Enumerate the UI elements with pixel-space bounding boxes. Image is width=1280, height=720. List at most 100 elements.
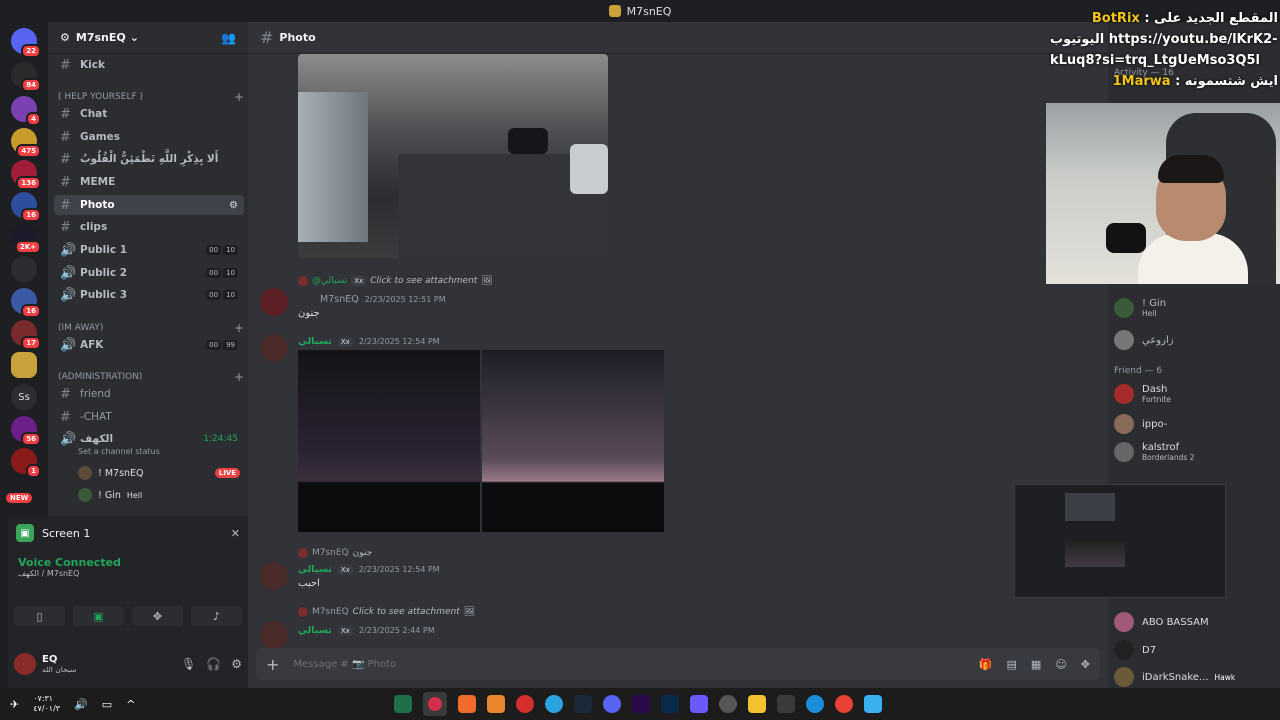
voice-channel-public-2[interactable]: 🔊 Public 2 00 10 [54, 263, 244, 283]
server-icon[interactable] [11, 256, 37, 282]
server-icon[interactable]: 56 [11, 416, 41, 446]
reply-preview[interactable]: M7snEQ جنون [298, 548, 372, 558]
channel-chat[interactable]: # Chat [54, 104, 244, 124]
emoji-icon[interactable]: ☺ [1055, 658, 1066, 671]
app-icon[interactable] [690, 695, 708, 713]
network-icon[interactable]: ▭ [102, 698, 112, 711]
add-channel-icon[interactable]: + [234, 370, 244, 384]
server-icon[interactable]: 136 [11, 160, 41, 190]
app-icon-active[interactable] [423, 692, 447, 716]
channel-clips[interactable]: # clips [54, 217, 244, 237]
activities-button[interactable]: ✥ [132, 606, 183, 626]
server-icon[interactable]: 16 [11, 288, 41, 318]
opera-icon[interactable] [516, 695, 534, 713]
gear-icon[interactable]: ⚙ [231, 657, 242, 671]
category-administration[interactable]: (ADMINISTRATION) + [58, 370, 244, 384]
channel-meme[interactable]: # MEME [54, 172, 244, 192]
add-attachment-icon[interactable]: + [266, 655, 279, 674]
photoshop-icon[interactable] [661, 695, 679, 713]
chrome-icon[interactable] [835, 695, 853, 713]
avatar[interactable] [14, 653, 36, 675]
sticker-icon[interactable]: ▦ [1031, 658, 1041, 671]
author-name[interactable]: تسيالي [298, 564, 332, 575]
member[interactable]: D7 [1114, 640, 1156, 660]
avatar[interactable] [260, 288, 288, 316]
stream-preview[interactable] [1014, 484, 1226, 598]
server-icon[interactable]: 2K+ [11, 224, 41, 254]
microphone-icon[interactable]: 🎙 [181, 657, 196, 671]
channel-kick[interactable]: # Kick [54, 55, 244, 75]
member[interactable]: ippo- [1114, 414, 1167, 434]
channel-friend[interactable]: # friend [54, 384, 244, 404]
gift-icon[interactable]: 🎁 [979, 658, 993, 671]
attachment-image[interactable] [298, 350, 480, 532]
voice-connected-label[interactable]: Voice Connected [18, 556, 238, 569]
channel-dhikr[interactable]: # أَلا بِذِكْرِ اللَّهِ تَطْمَئِنُّ الْقُ… [54, 149, 244, 169]
voice-user[interactable]: ! M7snEQ LIVE [78, 466, 240, 480]
server-icon[interactable]: 1 [11, 448, 41, 478]
share-screen-button[interactable]: ▣ [73, 606, 124, 626]
store-icon[interactable] [777, 695, 795, 713]
avatar[interactable] [260, 334, 288, 362]
file-explorer-icon[interactable] [748, 695, 766, 713]
voice-channel-live[interactable]: 🔊 الكهف 1:24:45 [54, 429, 244, 449]
server-icon-active[interactable] [11, 352, 37, 378]
headphones-icon[interactable]: 🎧 [206, 657, 221, 671]
channel-settings-icon[interactable]: ⚙ [229, 200, 238, 211]
server-icon[interactable]: 475 [11, 128, 41, 158]
voice-location[interactable]: الكهف / M7snEQ [18, 569, 238, 578]
channel-chat-2[interactable]: # -CHAT [54, 407, 244, 427]
apps-icon[interactable]: ✥ [1081, 658, 1090, 671]
discord-icon[interactable] [603, 695, 621, 713]
screen-share-bar[interactable]: ▣ Screen 1 ✕ [8, 516, 248, 550]
voice-channel-public-1[interactable]: 🔊 Public 1 00 10 [54, 240, 244, 260]
close-icon[interactable]: ✕ [231, 527, 240, 540]
wifi-icon[interactable]: ✈ [10, 698, 19, 711]
category-im-away[interactable]: (IM AWAY) + [58, 321, 244, 335]
member[interactable]: iDarkSnake... Hawk [1114, 667, 1235, 687]
server-icon[interactable]: 84 [11, 62, 41, 92]
clock[interactable]: ٠٧:٣١ ٤٧/٠١/٣ [33, 694, 60, 714]
server-text-icon[interactable]: Ss [11, 384, 37, 410]
member[interactable]: زاروعي [1114, 330, 1174, 350]
volume-icon[interactable]: 🔊 [74, 698, 88, 711]
reply-preview[interactable]: @تسيالي Xx Click to see attachment 🖼 [298, 276, 493, 286]
avatar[interactable] [260, 621, 288, 649]
voice-channel-public-3[interactable]: 🔊 Public 3 00 10 [54, 285, 244, 305]
server-icon[interactable]: 4 [11, 96, 41, 126]
category-help-yourself[interactable]: ( HELP YOURSELF ) + [58, 90, 244, 104]
author-name[interactable]: M7snEQ [320, 294, 359, 305]
member[interactable]: kalstrof Borderlands 2 [1114, 442, 1194, 462]
member[interactable]: ! Gin Hell [1114, 298, 1166, 318]
server-icon[interactable]: 17 [11, 320, 41, 350]
add-channel-icon[interactable]: + [234, 90, 244, 104]
author-name[interactable]: تسيالي [298, 625, 332, 636]
reply-preview[interactable]: M7snEQ Click to see attachment 🖼 [298, 607, 475, 617]
message-input[interactable]: Message # 📷 Photo [293, 659, 396, 670]
avatar[interactable] [260, 562, 288, 590]
voice-user[interactable]: ! Gin Hell [78, 488, 142, 502]
brave-icon[interactable] [458, 695, 476, 713]
discord-home-icon[interactable]: 22 [11, 28, 41, 58]
channel-photo[interactable]: # Photo ⚙ [54, 195, 244, 215]
author-name[interactable]: تسيالي [298, 336, 332, 347]
message-composer[interactable]: + Message # 📷 Photo 🎁 ▤ ▦ ☺ ✥ [256, 648, 1100, 680]
member[interactable]: ABO BASSAM [1114, 612, 1209, 632]
invite-people-icon[interactable]: 👥 [221, 31, 236, 45]
voice-channel-afk[interactable]: 🔊 AFK 00 99 [54, 335, 244, 355]
app-icon[interactable] [719, 695, 737, 713]
server-icon[interactable]: 16 [11, 192, 41, 222]
telegram-icon[interactable] [545, 695, 563, 713]
camera-off-button[interactable]: ▯ [14, 606, 65, 626]
edge-icon[interactable] [806, 695, 824, 713]
vlc-icon[interactable] [487, 695, 505, 713]
add-channel-icon[interactable]: + [234, 321, 244, 335]
attachment-image[interactable] [482, 350, 664, 532]
member[interactable]: Dash Fortnite [1114, 384, 1171, 404]
premiere-icon[interactable] [632, 695, 650, 713]
attachment-image[interactable] [298, 54, 608, 258]
app-icon[interactable] [394, 695, 412, 713]
soundboard-button[interactable]: ♪ [191, 606, 242, 626]
windows-icon[interactable] [864, 695, 882, 713]
set-channel-status[interactable]: Set a channel status [78, 447, 160, 456]
